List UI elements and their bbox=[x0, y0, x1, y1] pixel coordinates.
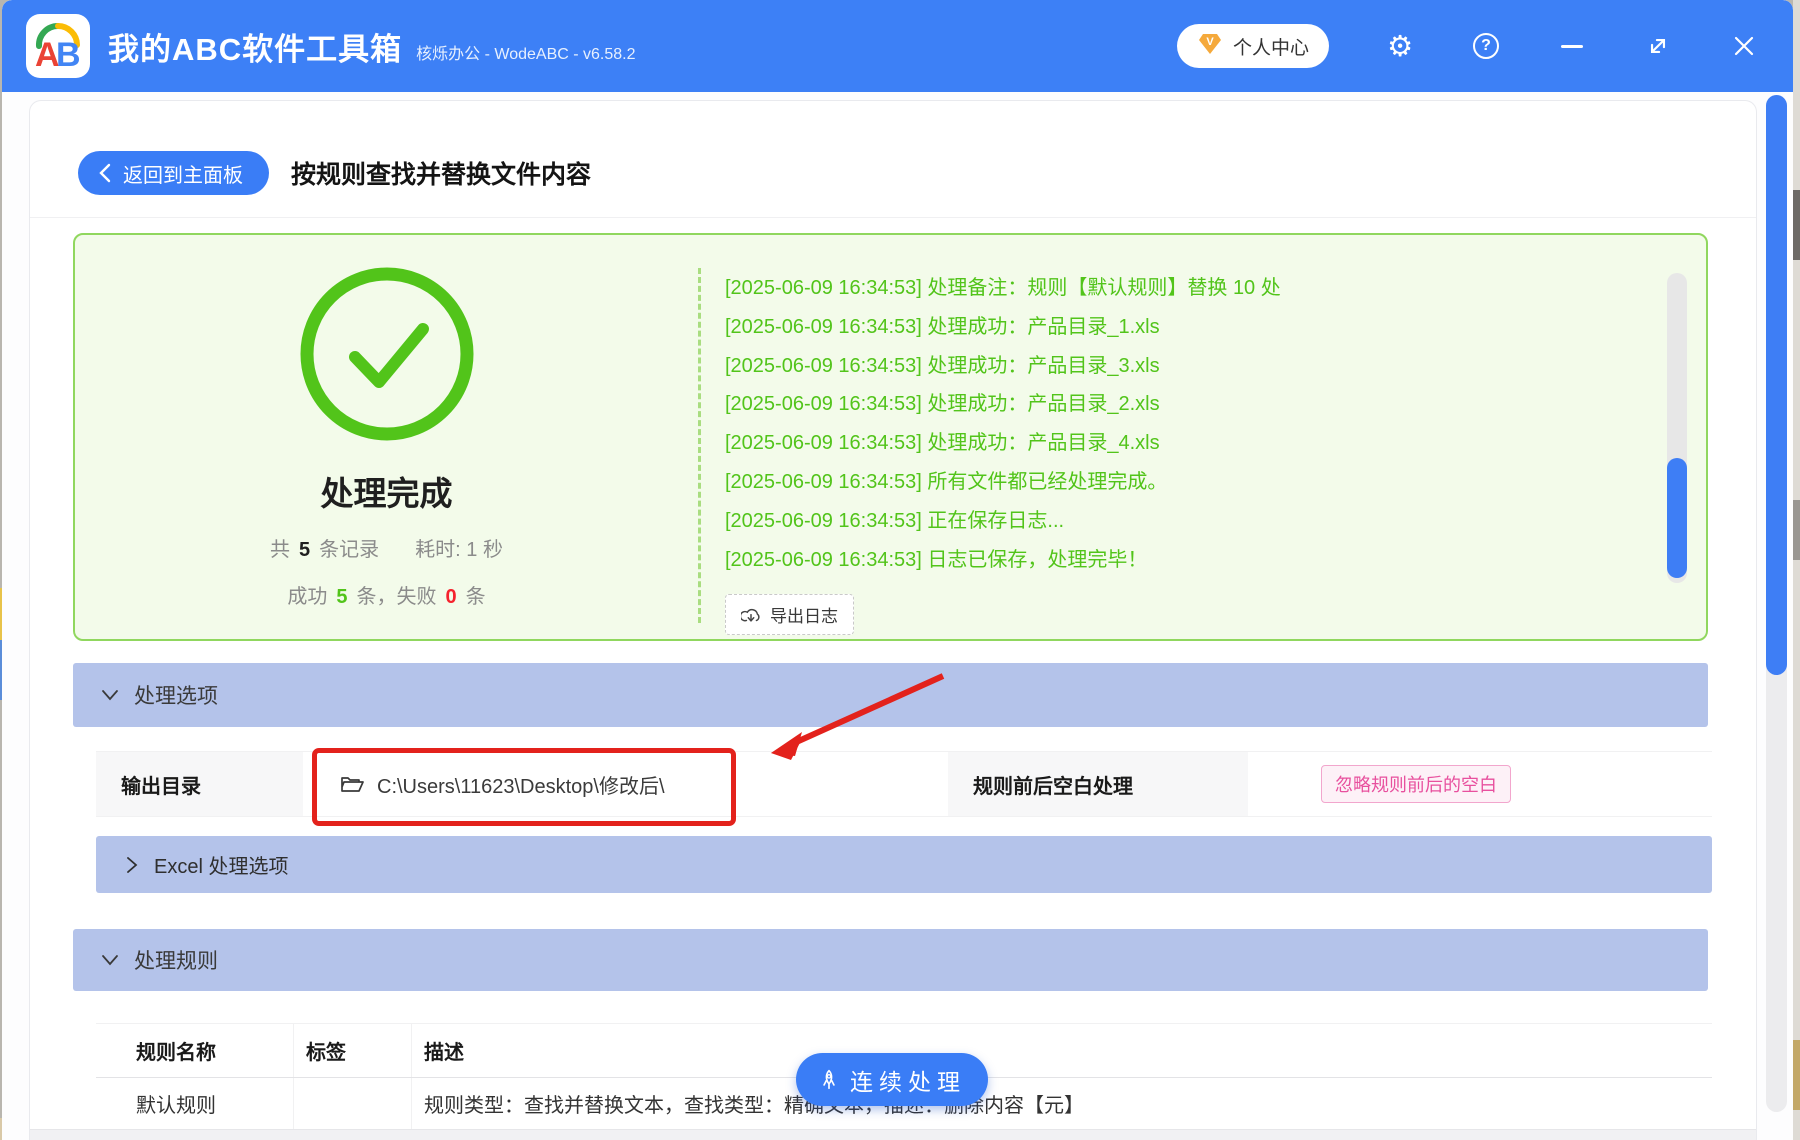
rule-desc-cell: 规则类型：查找并替换文本，查找类型：精确文本，描述：删除内容【元】 bbox=[411, 1078, 1712, 1129]
section-options-header[interactable]: 处理选项 bbox=[73, 663, 1708, 727]
app-subtitle: 核烁办公 - WodeABC - v6.58.2 bbox=[416, 28, 635, 64]
download-cloud-icon bbox=[741, 606, 761, 624]
status-title: 处理完成 bbox=[321, 467, 453, 515]
success-check-icon bbox=[298, 265, 476, 443]
log-line: [2025-06-09 16:34:53] 处理成功：产品目录_1.xls bbox=[725, 308, 1645, 347]
export-log-button[interactable]: 导出日志 bbox=[725, 594, 854, 635]
app-window: A B 我的ABC软件工具箱 核烁办公 - WodeABC - v6.58.2 … bbox=[2, 0, 1793, 1140]
section-options-title: 处理选项 bbox=[134, 680, 218, 710]
export-log-label: 导出日志 bbox=[770, 602, 838, 627]
chevron-down-icon bbox=[101, 954, 119, 966]
header-divider bbox=[30, 217, 1756, 218]
chevron-down-icon bbox=[101, 689, 119, 701]
stats-total-line: 共 5 条记录 耗时: 1 秒 bbox=[270, 533, 503, 562]
continue-process-label: 连续处理 bbox=[850, 1063, 966, 1097]
main-card: 返回到主面板 按规则查找并替换文件内容 处理完成 共 5 条记录 bbox=[29, 100, 1757, 1140]
vip-badge-icon: V bbox=[1197, 31, 1223, 62]
window-scrollbar-thumb[interactable] bbox=[1766, 95, 1787, 675]
log-area: [2025-06-09 16:34:53] 处理备注：规则【默认规则】替换 10… bbox=[725, 269, 1645, 579]
back-to-dashboard-button[interactable]: 返回到主面板 bbox=[78, 151, 269, 195]
continue-process-button[interactable]: 连续处理 bbox=[796, 1053, 988, 1106]
log-line: [2025-06-09 16:34:53] 处理备注：规则【默认规则】替换 10… bbox=[725, 269, 1645, 308]
output-dir-label: 输出目录 bbox=[96, 752, 303, 816]
app-title: 我的ABC软件工具箱 bbox=[108, 24, 402, 69]
user-center-button[interactable]: V 个人中心 bbox=[1177, 24, 1329, 68]
screenshot-root: A B 我的ABC软件工具箱 核烁办公 - WodeABC - v6.58.2 … bbox=[0, 0, 1800, 1140]
page-title: 按规则查找并替换文件内容 bbox=[291, 155, 591, 191]
minimize-button[interactable] bbox=[1557, 31, 1587, 61]
desktop-edge-sliver bbox=[1793, 0, 1800, 1140]
elapsed-time: 耗时: 1 秒 bbox=[415, 533, 503, 562]
success-count: 5 bbox=[336, 586, 347, 609]
chevron-right-icon bbox=[126, 856, 138, 874]
maximize-button[interactable] bbox=[1643, 31, 1673, 61]
close-button[interactable] bbox=[1729, 31, 1759, 61]
log-scrollbar-thumb[interactable] bbox=[1667, 458, 1687, 578]
log-line: [2025-06-09 16:34:53] 处理成功：产品目录_2.xls bbox=[725, 385, 1645, 424]
help-glyph: ? bbox=[1481, 37, 1491, 55]
window-scrollbar[interactable] bbox=[1766, 95, 1787, 1112]
svg-text:B: B bbox=[56, 36, 81, 74]
log-line: [2025-06-09 16:34:53] 处理成功：产品目录_4.xls bbox=[725, 424, 1645, 463]
result-panel: 处理完成 共 5 条记录 耗时: 1 秒 成功 5 条，失败 0 条 bbox=[73, 233, 1708, 641]
rule-tag-cell bbox=[293, 1078, 411, 1129]
result-summary: 处理完成 共 5 条记录 耗时: 1 秒 成功 5 条，失败 0 条 bbox=[75, 235, 698, 639]
rule-name-cell: 默认规则 bbox=[96, 1078, 293, 1129]
output-dir-field[interactable]: C:\Users\11623\Desktop\修改后\ bbox=[303, 752, 948, 816]
excel-options-header[interactable]: Excel 处理选项 bbox=[96, 836, 1712, 893]
options-row: 输出目录 C:\Users\11623\Desktop\修改后\ 规则前后空白处… bbox=[96, 751, 1712, 817]
back-button-label: 返回到主面板 bbox=[123, 159, 243, 188]
card-bottom-strip bbox=[30, 1129, 1756, 1140]
log-line: [2025-06-09 16:34:53] 所有文件都已经处理完成。 bbox=[725, 463, 1645, 502]
desktop-edge-sliver bbox=[1793, 190, 1800, 260]
folder-open-icon bbox=[340, 774, 364, 794]
desktop-edge-sliver bbox=[1793, 500, 1800, 560]
excel-options-label: Excel 处理选项 bbox=[154, 850, 288, 879]
app-logo-icon: A B bbox=[26, 14, 90, 78]
log-line: [2025-06-09 16:34:53] 日志已保存，处理完毕！ bbox=[725, 541, 1645, 580]
titlebar-controls: V 个人中心 ⚙ ? bbox=[1177, 24, 1759, 68]
col-header-desc: 描述 bbox=[411, 1024, 1712, 1077]
help-icon[interactable]: ? bbox=[1471, 31, 1501, 61]
fail-count: 0 bbox=[446, 586, 457, 609]
log-line: [2025-06-09 16:34:53] 处理成功：产品目录_3.xls bbox=[725, 347, 1645, 386]
user-center-label: 个人中心 bbox=[1233, 33, 1309, 60]
section-rules-title: 处理规则 bbox=[134, 945, 218, 975]
log-divider bbox=[698, 268, 701, 623]
whitespace-option-label: 规则前后空白处理 bbox=[948, 752, 1248, 816]
section-rules-header[interactable]: 处理规则 bbox=[73, 929, 1708, 991]
titlebar: A B 我的ABC软件工具箱 核烁办公 - WodeABC - v6.58.2 … bbox=[2, 0, 1793, 92]
rocket-icon bbox=[818, 1069, 840, 1091]
svg-text:V: V bbox=[1206, 36, 1214, 48]
whitespace-option-badge[interactable]: 忽略规则前后的空白 bbox=[1321, 765, 1511, 803]
col-header-name: 规则名称 bbox=[96, 1024, 293, 1077]
page-header: 返回到主面板 按规则查找并替换文件内容 bbox=[78, 151, 591, 195]
log-scrollbar[interactable] bbox=[1667, 273, 1687, 583]
whitespace-option-value: 忽略规则前后的空白 bbox=[1248, 752, 1712, 816]
chevron-left-icon bbox=[98, 163, 111, 183]
log-line: [2025-06-09 16:34:53] 正在保存日志... bbox=[725, 502, 1645, 541]
desktop-edge-sliver bbox=[1793, 1040, 1800, 1110]
stats-result-line: 成功 5 条，失败 0 条 bbox=[287, 580, 485, 609]
total-count: 5 bbox=[299, 539, 310, 562]
col-header-tag: 标签 bbox=[293, 1024, 411, 1077]
settings-gear-icon[interactable]: ⚙ bbox=[1385, 31, 1415, 61]
output-dir-value: C:\Users\11623\Desktop\修改后\ bbox=[377, 770, 665, 799]
